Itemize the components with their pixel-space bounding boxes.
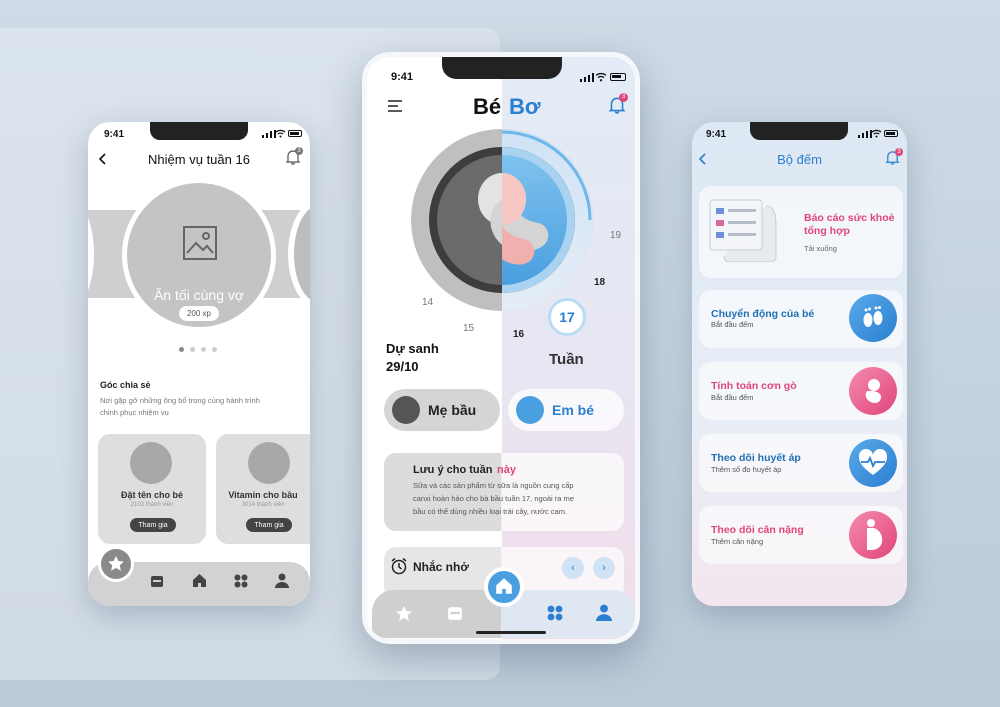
status-time: 9:41 <box>104 129 125 140</box>
brand-left: Bé <box>473 94 502 119</box>
grid-icon[interactable] <box>547 605 563 621</box>
section-desc: Nơi gặp gỡ những ông bố trong cùng hành … <box>100 396 260 405</box>
profile-icon[interactable] <box>596 604 612 621</box>
battery-icon <box>884 130 898 137</box>
home-icon <box>496 578 512 594</box>
dial-progress-arc <box>501 130 592 221</box>
note-title: Lưu ý cho tuần <box>413 464 493 476</box>
grid-icon[interactable] <box>234 574 248 588</box>
carousel-dot[interactable] <box>212 347 217 352</box>
item-title: tổng hợp <box>804 225 850 237</box>
image-placeholder-icon <box>183 226 217 260</box>
home-indicator <box>476 631 546 634</box>
group-members: 3014 thành viên <box>241 502 285 508</box>
reminder-prev-button[interactable]: ‹ <box>562 557 584 579</box>
item-subtitle: Bắt đầu đếm <box>711 393 754 402</box>
star-icon[interactable] <box>395 605 413 623</box>
mom-tab-icon <box>392 396 420 424</box>
section-title: Góc chia sẻ <box>100 380 151 390</box>
reminder-next-button[interactable]: › <box>593 557 615 579</box>
phone-notch <box>442 57 562 79</box>
week-tick: 15 <box>463 323 475 334</box>
phone-notch <box>750 122 848 140</box>
group-title: Đặt tên cho bé <box>120 490 183 500</box>
item-subtitle: Thêm số đo huyết áp <box>711 465 782 474</box>
group-members: 2103 thành viên <box>130 502 174 508</box>
heart-rate-icon <box>858 449 888 475</box>
notification-badge: 3 <box>895 148 903 156</box>
wifi-icon <box>275 129 286 138</box>
note-title-accent: này <box>497 464 516 476</box>
home-icon[interactable] <box>192 573 207 588</box>
tab-mom-label: Mẹ bầu <box>428 402 477 418</box>
note-body: canxi hoàn hảo cho bà bầu tuần 17, ngoài… <box>413 494 574 503</box>
current-week-indicator[interactable]: 17 <box>548 298 586 336</box>
star-icon <box>108 556 124 571</box>
item-subtitle: Bắt đầu đếm <box>711 320 754 329</box>
section-desc: chinh phục nhiệm vụ <box>100 408 169 417</box>
page-title: Nhiệm vụ tuần 16 <box>148 152 250 167</box>
phone-missions: 9:41 Nhiệm vụ tuần 16 3 Ăn tối cùng vợ 2… <box>88 122 310 606</box>
week-label: Tuần <box>549 351 584 368</box>
phone-notch <box>150 122 248 140</box>
item-title: Theo dõi cân nặng <box>711 524 804 536</box>
wifi-icon <box>871 129 882 138</box>
week-tick: 16 <box>513 329 525 340</box>
join-button[interactable]: Tham gia <box>246 518 292 532</box>
week-tick: 19 <box>610 230 622 241</box>
item-title: Theo dõi huyết áp <box>711 452 801 464</box>
menu-icon[interactable] <box>387 99 403 113</box>
group-avatar <box>130 442 172 484</box>
calendar-icon[interactable] <box>150 574 164 588</box>
group-avatar <box>248 442 290 484</box>
footprints-icon <box>863 306 883 327</box>
group-title: Vitamin cho bầu <box>228 490 298 500</box>
signal-icon <box>580 73 594 82</box>
baby-tab-icon <box>516 396 544 424</box>
mission-name: Ăn tối cùng vợ <box>153 287 245 303</box>
phone-home: 9:41 Bé Bơ 3 14 15 16 18 19 17 Dự sanh 2… <box>362 52 640 644</box>
notification-badge: 3 <box>295 147 303 155</box>
status-time: 9:41 <box>706 129 727 140</box>
week-tick: 18 <box>594 277 606 288</box>
tab-baby-label: Em bé <box>552 402 595 418</box>
brand-right: Bơ <box>509 94 541 119</box>
pregnant-woman-icon <box>867 519 883 550</box>
status-time: 9:41 <box>391 71 414 83</box>
calendar-icon[interactable] <box>447 605 463 621</box>
note-body: Sữa và các sản phẩm từ sữa là nguồn cung… <box>413 481 574 490</box>
carousel-dot[interactable] <box>201 347 206 352</box>
signal-icon <box>262 130 276 138</box>
notification-badge: 3 <box>619 93 628 102</box>
profile-icon[interactable] <box>275 573 289 588</box>
phone-counters: 9:41 Bộ đếm 3 Báo cáo sức khoẻ tổng hợp … <box>692 122 907 606</box>
wifi-icon <box>595 72 607 82</box>
join-button[interactable]: Tham gia <box>130 518 176 532</box>
due-date: 29/10 <box>386 359 419 374</box>
tab-baby[interactable]: Em bé <box>508 389 624 431</box>
item-subtitle: Thêm cân nặng <box>711 537 764 546</box>
fetus-icon <box>865 379 881 403</box>
battery-icon <box>610 73 626 81</box>
report-document-icon <box>709 199 777 262</box>
mission-xp-badge: 200 xp <box>179 306 219 321</box>
item-subtitle: Tải xuống <box>804 244 837 253</box>
carousel-dot[interactable] <box>190 347 195 352</box>
battery-icon <box>288 130 302 137</box>
week-tick: 14 <box>422 297 434 308</box>
alarm-clock-icon <box>391 557 407 575</box>
item-title: Chuyển động của bé <box>711 308 815 320</box>
note-body: bầu có thể dùng nhiều loại trái cây, nướ… <box>413 507 568 516</box>
carousel-dot-active[interactable] <box>179 347 184 352</box>
signal-icon <box>858 130 872 138</box>
page-title: Bộ đếm <box>777 152 822 167</box>
due-label: Dự sanh <box>386 341 439 356</box>
item-title: Tính toán cơn gò <box>711 380 797 392</box>
reminder-title: Nhắc nhở <box>413 560 469 574</box>
item-title: Báo cáo sức khoẻ <box>804 212 895 224</box>
tab-mom[interactable]: Mẹ bầu <box>384 389 500 431</box>
